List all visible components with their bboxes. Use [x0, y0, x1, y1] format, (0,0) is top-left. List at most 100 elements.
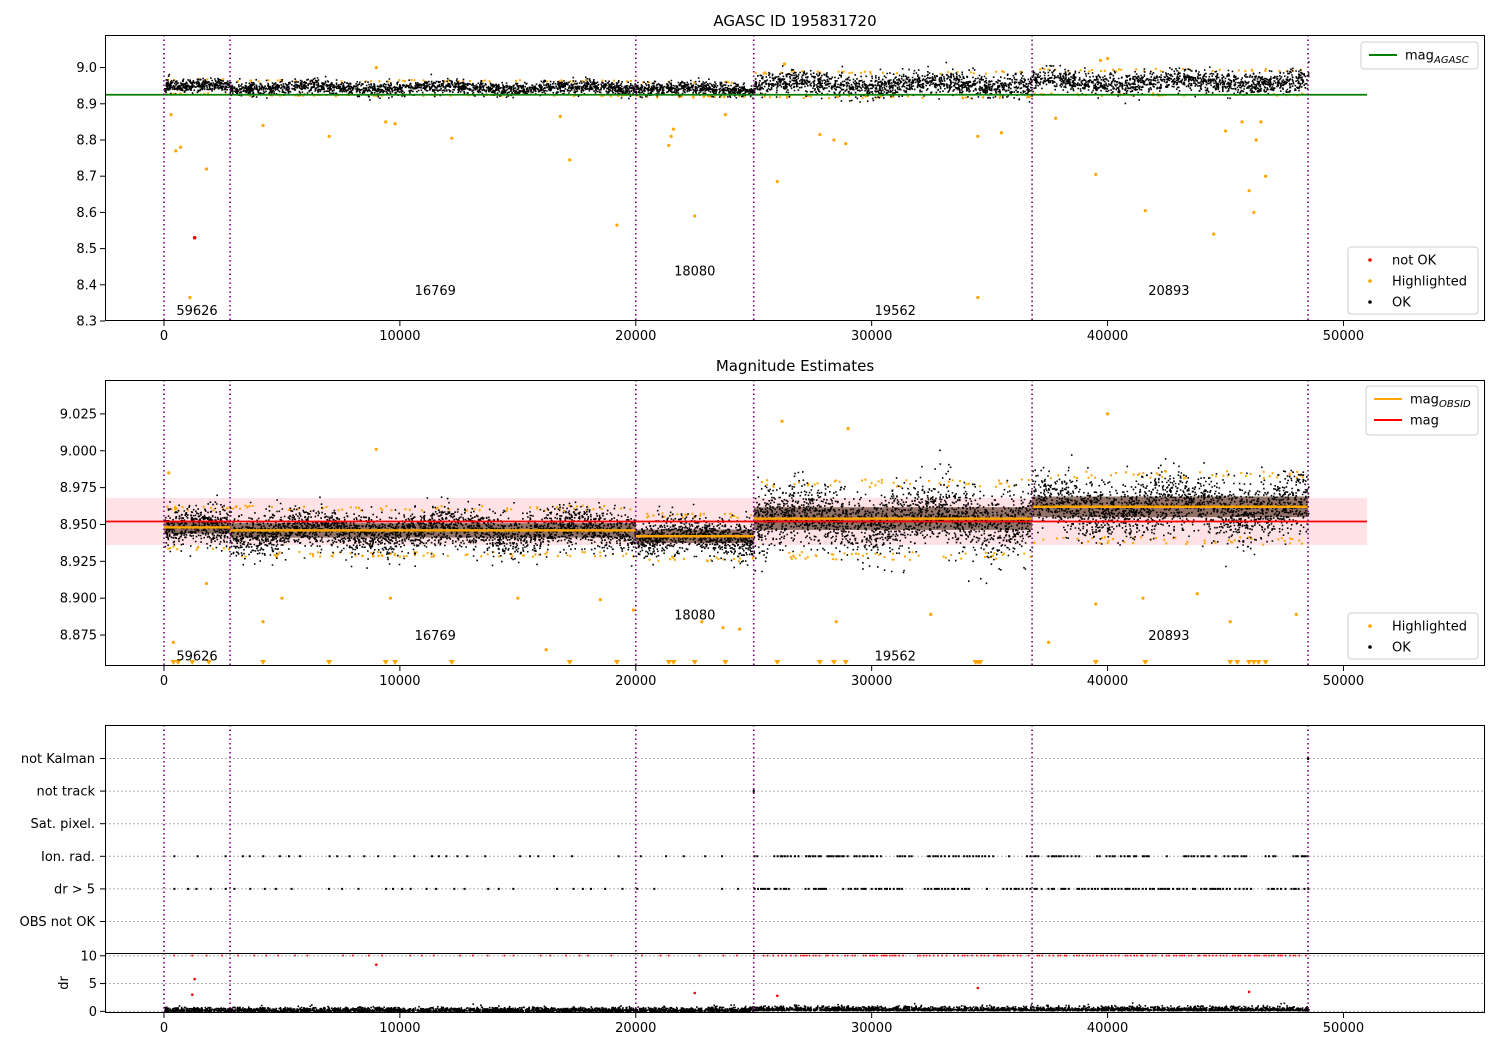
highlighted-outlier	[1223, 129, 1228, 133]
highlighted-outlier	[1094, 602, 1098, 606]
obsid-label: 59626	[176, 650, 217, 665]
highlighted-outlier	[1141, 596, 1145, 600]
legend-dot-swatch	[1368, 624, 1372, 628]
dr-axis-label: dr	[57, 976, 72, 990]
highlighted-outlier	[671, 127, 676, 131]
highlighted-outlier	[327, 134, 331, 138]
y-tick-label: 8.975	[60, 481, 97, 496]
legend-label: mag	[1405, 49, 1434, 64]
highlighted-outlier	[1195, 592, 1199, 596]
x-tick-label: 20000	[615, 674, 656, 689]
highlighted-outlier	[1247, 189, 1251, 193]
legend-label: mag	[1410, 414, 1439, 429]
highlighted-outlier	[1143, 208, 1147, 213]
highlighted-outlier	[1054, 116, 1058, 120]
dr-outlier	[776, 994, 779, 998]
dr-outlier	[693, 991, 697, 995]
obsid-label: 18080	[674, 264, 715, 279]
y-tick-label: 9.0	[76, 61, 97, 76]
legend-mag: mag OBSIDmag	[1365, 385, 1479, 436]
obsid-label: 59626	[176, 304, 217, 319]
highlighted-outlier	[999, 131, 1004, 135]
clipped-low-marker	[670, 660, 677, 665]
highlighted-outlier	[669, 134, 673, 138]
clipped-low-marker	[691, 660, 698, 665]
clipped-low-marker	[1234, 660, 1241, 665]
highlighted-outlier	[261, 620, 265, 624]
highlighted-outlier	[204, 581, 209, 586]
highlighted-outlier	[204, 167, 209, 171]
highlighted-outlier	[188, 295, 192, 300]
highlighted-outlier	[818, 132, 822, 137]
highlighted-outlier	[1254, 138, 1258, 142]
highlighted-outlier	[384, 120, 388, 124]
flag-category-label: Sat. pixel.	[31, 817, 95, 832]
figure: 59626 16769 18080 19562 20893 0 10000 20000 300…	[20, 12, 1485, 1036]
highlighted-outlier	[615, 223, 619, 227]
highlighted-outlier	[1259, 120, 1263, 124]
y-tick-label: 8.9	[76, 97, 97, 112]
y-tick-label: 5	[89, 977, 97, 992]
legend-label: mag	[1410, 393, 1439, 408]
y-tick-label: 10	[80, 949, 97, 964]
flag-category-label: not track	[36, 785, 95, 800]
highlighted-outlier	[782, 62, 786, 66]
highlighted-outlier	[832, 138, 836, 142]
flag-category-label: Ion. rad.	[41, 850, 95, 865]
clipped-low-marker	[830, 660, 837, 665]
clipped-low-marker	[722, 660, 729, 665]
flag-category-label: dr > 5	[54, 882, 95, 897]
flags-panel-frame	[105, 725, 1485, 954]
clipped-low-marker	[260, 660, 267, 665]
y-tick-label: 9.000	[60, 444, 97, 459]
obsid-label: 20893	[1148, 284, 1189, 299]
highlighted-outlier	[558, 114, 562, 119]
obsid-label: 19562	[875, 650, 916, 665]
dr-outlier	[976, 986, 980, 990]
clipped-low-marker	[382, 660, 389, 665]
highlighted-outlier	[374, 447, 378, 451]
obsid-label: 19562	[875, 304, 916, 319]
highlighted-outlier	[976, 134, 980, 138]
y-tick-label: 8.875	[60, 629, 97, 644]
highlighted-outlier	[1264, 174, 1268, 178]
x-tick-label: 10000	[379, 329, 420, 344]
highlighted-outlier	[780, 419, 784, 423]
y-tick-label: 8.950	[60, 518, 97, 533]
clipped-low-marker	[1250, 660, 1257, 665]
clipped-low-marker	[1142, 660, 1149, 665]
estimates-panel-title: Magnitude Estimates	[716, 357, 874, 375]
y-tick-label: 8.4	[76, 278, 97, 293]
dr-ok-points	[164, 1002, 1310, 1013]
highlighted-outlier	[693, 214, 697, 218]
clipped-low-marker	[448, 660, 455, 665]
highlighted-outlier	[393, 122, 397, 126]
x-tick-label: 50000	[1323, 1021, 1364, 1036]
highlighted-outlier	[261, 123, 265, 128]
obsid-label: 16769	[415, 629, 456, 644]
highlighted-outlier	[844, 142, 848, 146]
x-tick-label: 20000	[615, 1021, 656, 1036]
y-tick-label: 0	[89, 1005, 97, 1020]
legend-dot-swatch	[1368, 258, 1372, 262]
clipped-low-marker	[1262, 660, 1269, 665]
highlighted-outlier	[568, 158, 572, 162]
highlighted-outlier	[1252, 210, 1256, 214]
legend-dot-swatch	[1368, 279, 1372, 283]
clipped-low-marker	[665, 660, 672, 665]
highlighted-outlier	[631, 608, 636, 612]
dr-outlier	[1247, 990, 1251, 994]
legend-label: OK	[1392, 641, 1411, 656]
highlighted-outlier	[1228, 620, 1232, 624]
flag-category-label: not Kalman	[21, 752, 95, 767]
dr-outlier	[374, 963, 378, 966]
dr-outlier	[193, 977, 196, 981]
clipped-low-marker	[774, 660, 781, 665]
x-tick-label: 30000	[851, 1021, 892, 1036]
y-tick-label: 8.7	[76, 170, 97, 185]
legend-point-status: not OK Highlighted OK	[1347, 246, 1479, 315]
clipped-low-marker	[613, 660, 620, 665]
dr-panel-frame	[105, 953, 1485, 1013]
obsid-label: 18080	[674, 608, 715, 623]
x-tick-label: 0	[160, 329, 168, 344]
